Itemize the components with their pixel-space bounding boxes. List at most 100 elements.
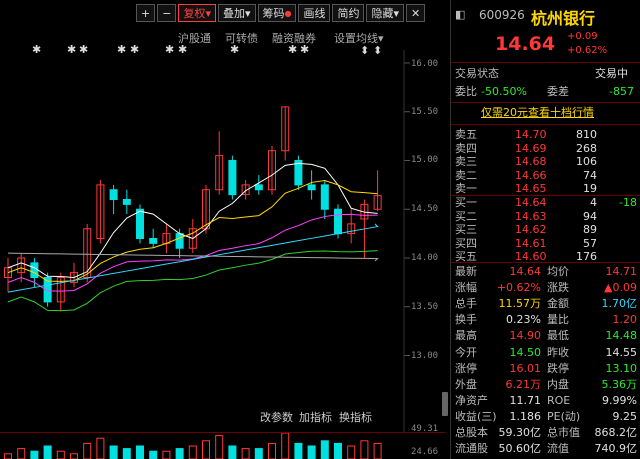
stat-label: 涨停 bbox=[455, 361, 477, 375]
volume-bar bbox=[17, 448, 26, 459]
weibi-value: -50.50% bbox=[481, 85, 527, 98]
y-axis-label: 13.00 bbox=[411, 351, 439, 361]
volume-bar bbox=[70, 453, 78, 459]
stat-value: 13.10 bbox=[605, 361, 638, 375]
volume-bar bbox=[268, 442, 276, 459]
stat-value: 1.70亿 bbox=[601, 297, 638, 311]
promo-text[interactable]: 仅需20元查看十档行情 bbox=[481, 105, 594, 121]
stats-row: 最新 14.64 均价 14.71 bbox=[451, 264, 640, 280]
stat-label: ROE bbox=[547, 393, 571, 407]
stats-row: 收益(三) 1.186 PE(动) 9.25 bbox=[451, 409, 640, 425]
stats-row: 最高 14.90 最低 14.48 bbox=[451, 328, 640, 344]
stats-row: 换手 0.23% 量比 1.20 bbox=[451, 312, 640, 328]
price-change: +0.09 bbox=[567, 31, 598, 42]
stats-row: 总手 11.57万 金额 1.70亿 bbox=[451, 296, 640, 312]
divider bbox=[451, 124, 640, 125]
stat-value: 16.01 bbox=[509, 361, 542, 375]
volume-bar bbox=[188, 445, 197, 459]
add-indicator-button[interactable]: 加指标 bbox=[299, 409, 332, 425]
volume-bar bbox=[215, 435, 224, 459]
stat-label: 金额 bbox=[547, 297, 569, 311]
stat-value: 868.2亿 bbox=[594, 426, 638, 439]
stat-label: 今开 bbox=[455, 345, 477, 359]
sub-y-axis-label: 24.66 bbox=[411, 447, 439, 457]
gear-icon[interactable]: ◧ bbox=[455, 8, 465, 21]
divider bbox=[451, 102, 640, 103]
stat-value: 14.71 bbox=[605, 265, 638, 278]
trade-status-value: 交易中 bbox=[595, 67, 628, 80]
stat-value: 14.90 bbox=[509, 329, 542, 343]
stats-row: 涨停 16.01 跌停 13.10 bbox=[451, 361, 640, 377]
volume-bar bbox=[228, 445, 237, 459]
candle-body bbox=[228, 160, 237, 196]
stat-value: 0.23% bbox=[506, 313, 541, 327]
stat-value: 14.55 bbox=[605, 345, 638, 359]
last-price: 14.64 bbox=[495, 33, 556, 55]
volume-bar bbox=[175, 448, 184, 459]
weibi-label: 委比 bbox=[455, 85, 477, 98]
stat-label: 最高 bbox=[455, 329, 477, 343]
stat-label: 涨幅 bbox=[455, 281, 477, 295]
volume-bar bbox=[43, 445, 52, 459]
stats-row: 总股本 59.30亿 总市值 868.2亿 bbox=[451, 425, 640, 441]
volume-bar bbox=[320, 440, 329, 459]
stats-row: 流通股 50.60亿 流值 740.9亿 bbox=[451, 441, 640, 457]
stat-label: 量比 bbox=[547, 313, 569, 327]
stat-value: 14.50 bbox=[509, 345, 542, 359]
volume-bar bbox=[109, 445, 118, 459]
candle-body bbox=[30, 262, 39, 278]
stock-name: 杭州银行 bbox=[531, 9, 596, 28]
level10-promo-link[interactable]: 仅需20元查看十档行情 bbox=[451, 105, 640, 121]
stat-label: 净资产 bbox=[455, 393, 488, 407]
panel-collapse-handle[interactable] bbox=[442, 392, 448, 416]
stat-value: 11.71 bbox=[509, 393, 542, 407]
order-ratio-row: 委比 -50.50% 委差 -857 bbox=[451, 84, 640, 100]
volume-bar bbox=[202, 440, 210, 459]
volume-bar bbox=[122, 448, 131, 459]
divider bbox=[451, 262, 640, 263]
volume-bar bbox=[294, 442, 303, 459]
candle-body bbox=[109, 189, 118, 200]
switch-indicator-button[interactable]: 换指标 bbox=[339, 409, 372, 425]
y-axis-label: 14.00 bbox=[411, 253, 439, 263]
y-axis-label: 15.00 bbox=[411, 155, 439, 165]
trade-status-label: 交易状态 bbox=[455, 67, 499, 80]
stat-label: 收益(三) bbox=[455, 409, 497, 423]
stats-row: 净资产 11.71 ROE 9.99% bbox=[451, 393, 640, 409]
stats-row: 外盘 6.21万 内盘 5.36万 bbox=[451, 377, 640, 393]
candle-body bbox=[254, 184, 263, 191]
y-axis-label: 13.50 bbox=[411, 302, 439, 312]
stat-value: 50.60亿 bbox=[498, 442, 542, 456]
y-axis-label: 15.50 bbox=[411, 107, 439, 117]
quote-panel: ◧ 600926 杭州银行 14.64 +0.09 +0.62% 交易状态 交易… bbox=[450, 0, 640, 459]
edit-params-button[interactable]: 改参数 bbox=[260, 409, 293, 425]
candle-body bbox=[149, 238, 158, 244]
weicha-value: -857 bbox=[609, 85, 634, 98]
candle-body bbox=[320, 184, 329, 210]
stat-value: 740.9亿 bbox=[594, 442, 638, 456]
volume-bar bbox=[30, 450, 39, 459]
stat-value: 1.186 bbox=[509, 409, 542, 423]
y-axis-label: 16.00 bbox=[411, 59, 439, 69]
stat-label: 总手 bbox=[455, 297, 477, 311]
candle-body bbox=[175, 233, 184, 249]
y-axis-label: 14.50 bbox=[411, 204, 439, 214]
volume-bar bbox=[281, 432, 290, 459]
volume-bar bbox=[347, 445, 356, 459]
volume-bar bbox=[360, 440, 369, 459]
stat-label: 外盘 bbox=[455, 377, 477, 391]
kline-chart-area[interactable]: + − 复权▾ 叠加▾ 筹码● 画线 简约 隐藏▾ ✕ 沪股通 可转债 融资融券… bbox=[0, 0, 448, 459]
stat-label: 流通股 bbox=[455, 442, 488, 456]
divider bbox=[451, 62, 640, 63]
volume-bar bbox=[96, 437, 105, 459]
sub-y-axis-label: 49.31 bbox=[411, 424, 439, 434]
stat-label: 总市值 bbox=[547, 426, 580, 439]
stat-value: 1.20 bbox=[612, 313, 638, 327]
candle-body bbox=[122, 199, 131, 205]
stat-value: 59.30亿 bbox=[498, 426, 542, 439]
trade-status-row: 交易状态 交易中 bbox=[451, 66, 640, 82]
volume-bar bbox=[162, 450, 171, 459]
stat-value: 14.64 bbox=[509, 265, 542, 278]
stat-label: 流值 bbox=[547, 442, 569, 456]
volume-bar bbox=[334, 442, 342, 459]
